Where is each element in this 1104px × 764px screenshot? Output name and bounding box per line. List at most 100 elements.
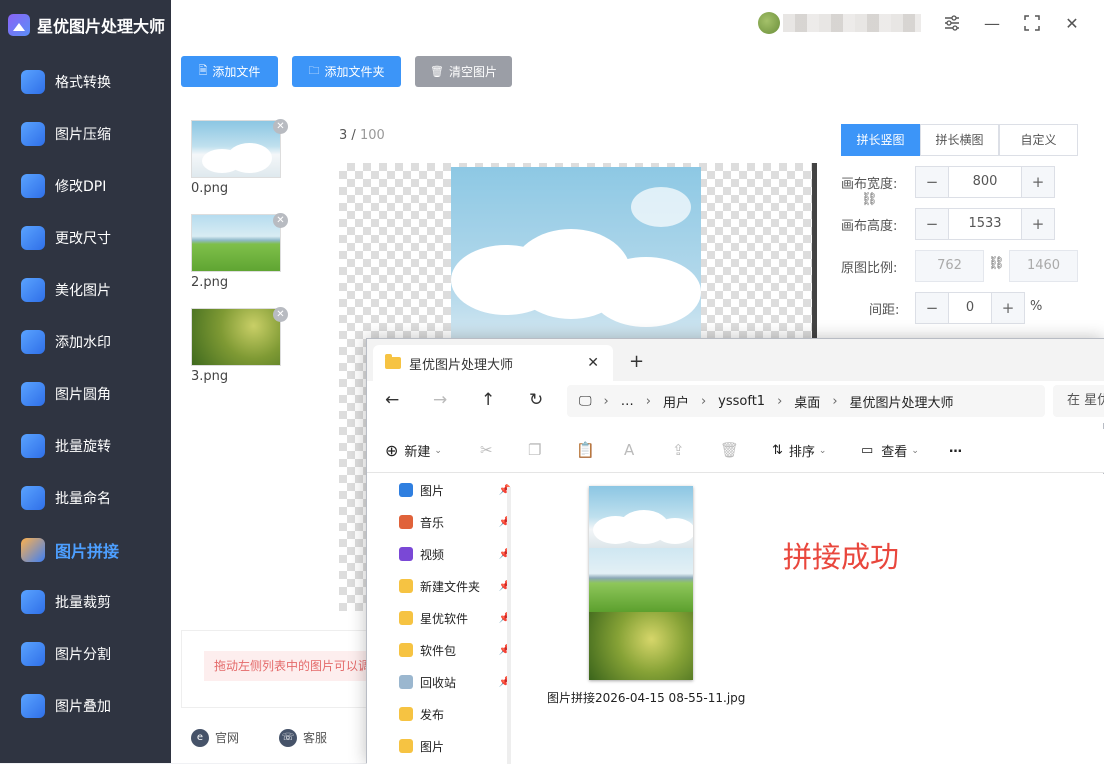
thumbnail-image[interactable]	[191, 214, 281, 272]
forward-arrow-icon[interactable]: →	[433, 390, 447, 410]
increment-button[interactable]: +	[992, 293, 1024, 323]
sidebar-item[interactable]: 图片叠加	[0, 686, 171, 726]
maximize-icon[interactable]	[1022, 14, 1042, 34]
thumb-card[interactable]: ✕ 0.png	[191, 119, 291, 196]
remove-thumb-icon[interactable]: ✕	[273, 119, 288, 134]
sidebar-item[interactable]: 修改DPI	[0, 166, 171, 206]
breadcrumb-more[interactable]: …	[621, 394, 634, 409]
sidebar-item[interactable]: 图片圆角	[0, 374, 171, 414]
add-file-button[interactable]: 🗎 添加文件	[181, 56, 278, 87]
increment-button[interactable]: +	[1022, 167, 1054, 197]
file-name-label[interactable]: 图片拼接2026-04-15 08-55-11.jpg	[547, 689, 745, 706]
service-link[interactable]: ☏ 客服	[279, 728, 328, 747]
settings-sliders-icon[interactable]	[942, 14, 962, 34]
resize-icon	[21, 226, 45, 250]
clear-images-button[interactable]: 🗑 清空图片	[415, 56, 512, 87]
nav-pane-item[interactable]: 图片 📌	[399, 478, 511, 502]
up-arrow-icon[interactable]: ↑	[481, 390, 495, 410]
rename-icon[interactable]: A	[624, 441, 634, 459]
sidebar-item[interactable]: 批量旋转	[0, 426, 171, 466]
close-icon[interactable]: ✕	[1062, 14, 1082, 34]
nav-pane-label: 回收站	[420, 675, 457, 690]
nav-pane-item[interactable]: 新建文件夹 📌	[399, 574, 511, 598]
thumbnail-image[interactable]	[191, 308, 281, 366]
sidebar-item-label: 批量旋转	[55, 439, 111, 455]
sidebar-item[interactable]: 批量裁剪	[0, 582, 171, 622]
spacing-stepper[interactable]: − 0 +	[915, 292, 1025, 324]
thumbnail-image[interactable]	[191, 120, 281, 178]
address-bar[interactable]: 🖵 › … › 用户 › yssoft1 › 桌面 › 星优图片处理大师	[567, 385, 1045, 417]
paste-icon[interactable]: 📋	[576, 441, 595, 459]
sidebar-item[interactable]: 图片分割	[0, 634, 171, 674]
chevron-right-icon: ›	[645, 393, 651, 409]
sidebar-item[interactable]: 批量命名	[0, 478, 171, 518]
thumb-card[interactable]: ✕ 3.png	[191, 307, 291, 384]
copy-icon[interactable]: ❐	[528, 441, 541, 459]
sidebar-item[interactable]: 格式转换	[0, 62, 171, 102]
tab-custom[interactable]: 自定义	[999, 124, 1078, 156]
nav-pane-item[interactable]: 图片	[399, 734, 509, 758]
decrement-button[interactable]: −	[916, 209, 948, 239]
sort-label: 排序	[788, 445, 815, 460]
sidebar-item-label: 添加水印	[55, 335, 111, 351]
nav-pane-item[interactable]: 软件包 📌	[399, 638, 511, 662]
cut-icon[interactable]: ✂	[480, 441, 493, 459]
nav-pane-item[interactable]: 回收站 📌	[399, 670, 511, 694]
website-link[interactable]: e 官网	[191, 728, 239, 747]
breadcrumb-item[interactable]: 桌面	[794, 392, 820, 411]
user-avatar[interactable]	[758, 12, 780, 34]
remove-thumb-icon[interactable]: ✕	[273, 307, 288, 322]
spacing-label: 间距:	[869, 303, 900, 318]
nav-scrollbar[interactable]	[507, 487, 511, 764]
nav-pane-item[interactable]: 视频 📌	[399, 542, 511, 566]
tab-horizontal[interactable]: 拼长横图	[920, 124, 999, 156]
tab-vertical[interactable]: 拼长竖图	[841, 124, 920, 156]
canvas-height-stepper[interactable]: − 1533 +	[915, 208, 1055, 240]
decrement-button[interactable]: −	[916, 293, 948, 323]
folder-icon	[385, 354, 401, 369]
spacing-value[interactable]: 0	[948, 293, 992, 323]
nav-pane-item[interactable]: 发布	[399, 702, 509, 726]
breadcrumb-item[interactable]: 用户	[663, 392, 689, 411]
link-icon[interactable]: ⛓	[861, 192, 878, 207]
breadcrumb-item[interactable]: yssoft1	[718, 394, 765, 409]
minimize-icon[interactable]: —	[982, 14, 1002, 34]
decrement-button[interactable]: −	[916, 167, 948, 197]
remove-thumb-icon[interactable]: ✕	[273, 213, 288, 228]
refresh-icon[interactable]: ↻	[529, 390, 543, 410]
more-options-icon[interactable]: …	[949, 441, 962, 456]
thumb-name: 0.png	[191, 181, 229, 196]
increment-button[interactable]: +	[1022, 209, 1054, 239]
canvas-width-value[interactable]: 800	[948, 167, 1022, 197]
stitched-file-thumbnail[interactable]	[589, 486, 693, 680]
close-tab-icon[interactable]: ✕	[587, 355, 599, 371]
delete-icon[interactable]: 🗑	[720, 441, 739, 459]
headset-icon: ☏	[279, 728, 298, 747]
back-arrow-icon[interactable]: ←	[385, 390, 399, 410]
sidebar-item[interactable]: 添加水印	[0, 322, 171, 362]
nav-pane-label: 软件包	[420, 643, 457, 658]
search-input[interactable]: 在 星优	[1053, 385, 1104, 417]
service-label: 客服	[303, 731, 328, 745]
share-icon[interactable]: ⇪	[672, 441, 685, 459]
file-icon: 🗎	[198, 64, 208, 77]
new-button[interactable]: ⊕ 新建 ⌄	[385, 441, 442, 460]
chevron-down-icon: ⌄	[911, 445, 919, 456]
image-convert-icon	[21, 70, 45, 94]
sidebar-item[interactable]: 图片压缩	[0, 114, 171, 154]
canvas-width-stepper[interactable]: − 800 +	[915, 166, 1055, 198]
canvas-height-value[interactable]: 1533	[948, 209, 1022, 239]
link-icon[interactable]: ⛓	[988, 256, 1005, 271]
breadcrumb-item[interactable]: 星优图片处理大师	[850, 392, 954, 411]
explorer-tab[interactable]: 星优图片处理大师 ✕	[373, 345, 613, 381]
thumb-card[interactable]: ✕ 2.png	[191, 213, 291, 290]
view-button[interactable]: ▭ 查看 ⌄	[861, 441, 919, 460]
sidebar-item[interactable]: 美化图片	[0, 270, 171, 310]
sidebar-item[interactable]: 更改尺寸	[0, 218, 171, 258]
sort-button[interactable]: ⇅ 排序 ⌄	[772, 441, 826, 460]
sidebar-item[interactable]: 图片拼接	[0, 530, 171, 570]
nav-pane-item[interactable]: 星优软件 📌	[399, 606, 511, 630]
nav-pane-item[interactable]: 音乐 📌	[399, 510, 511, 534]
add-folder-button[interactable]: 🗀 添加文件夹	[292, 56, 401, 87]
new-tab-icon[interactable]: +	[629, 351, 644, 372]
